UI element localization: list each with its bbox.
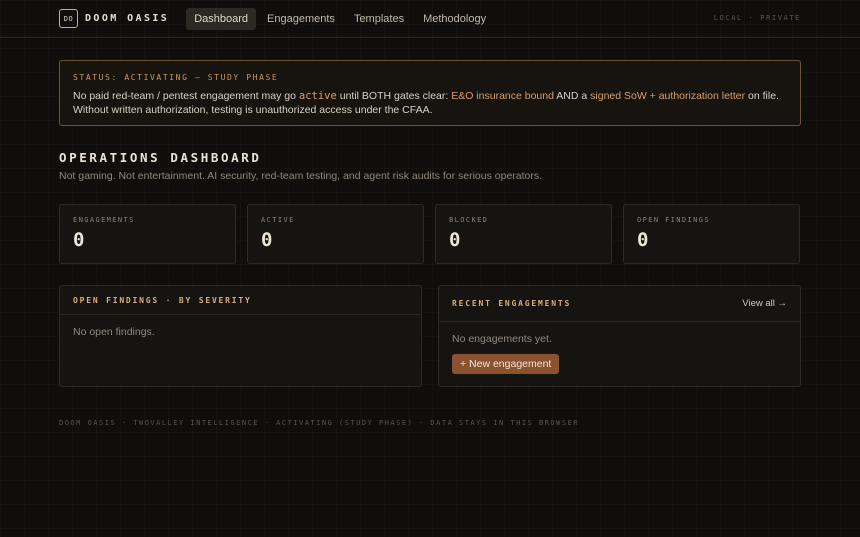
- stat-value: 0: [73, 229, 85, 251]
- stat-value: 0: [449, 229, 461, 251]
- status-text-part: AND a: [553, 90, 591, 102]
- view-all-link[interactable]: View all →: [742, 298, 787, 309]
- top-bar: DO DOOM OASIS Dashboard Engagements Temp…: [0, 0, 860, 38]
- status-banner: STATUS: ACTIVATING — STUDY PHASE No paid…: [59, 60, 801, 126]
- status-active-keyword: active: [298, 90, 337, 102]
- stat-label: BLOCKED: [449, 216, 489, 224]
- status-message: No paid red-team / pentest engagement ma…: [73, 90, 787, 117]
- status-gate-authorization: signed SoW + authorization letter: [590, 90, 746, 102]
- status-gate-insurance: E&O insurance bound: [451, 90, 554, 102]
- logo-mark[interactable]: DO: [59, 9, 78, 28]
- status-title: STATUS: ACTIVATING — STUDY PHASE: [73, 73, 279, 82]
- findings-panel-title: OPEN FINDINGS · BY SEVERITY: [73, 295, 252, 305]
- findings-empty-text: No open findings.: [73, 326, 155, 338]
- engagements-panel-title: RECENT ENGAGEMENTS: [452, 299, 572, 308]
- engagements-panel-header: RECENT ENGAGEMENTS View all →: [439, 286, 800, 322]
- stat-engagements: ENGAGEMENTS 0: [59, 204, 236, 264]
- stat-value: 0: [637, 229, 649, 251]
- engagements-panel: RECENT ENGAGEMENTS View all → No engagem…: [438, 285, 801, 387]
- stat-active: ACTIVE 0: [247, 204, 424, 264]
- status-text-part: until BOTH gates clear:: [336, 90, 452, 102]
- page-title: OPERATIONS DASHBOARD: [59, 150, 262, 165]
- engagements-panel-body: No engagements yet. + New engagement: [439, 322, 800, 385]
- findings-panel-header: OPEN FINDINGS · BY SEVERITY: [60, 286, 421, 315]
- nav-engagements[interactable]: Engagements: [259, 8, 343, 30]
- stat-label: ENGAGEMENTS: [73, 216, 135, 224]
- nav-methodology[interactable]: Methodology: [415, 8, 494, 30]
- engagements-empty-text: No engagements yet.: [452, 333, 552, 345]
- stat-blocked: BLOCKED 0: [435, 204, 612, 264]
- footer: DOOM OASIS · TWOVALLEY INTELLIGENCE · AC…: [59, 419, 580, 427]
- new-engagement-button[interactable]: + New engagement: [452, 354, 560, 374]
- stat-value: 0: [261, 229, 273, 251]
- main-nav: Dashboard Engagements Templates Methodol…: [186, 7, 497, 30]
- nav-dashboard[interactable]: Dashboard: [186, 7, 257, 30]
- logo-text[interactable]: DOOM OASIS: [85, 13, 169, 24]
- stat-cards: ENGAGEMENTS 0 ACTIVE 0 BLOCKED 0 OPEN FI…: [59, 204, 800, 264]
- status-text-part: No paid red-team / pentest engagement ma…: [73, 90, 299, 102]
- privacy-indicator: LOCAL · PRIVATE: [713, 14, 801, 22]
- stat-open-findings: OPEN FINDINGS 0: [623, 204, 800, 264]
- findings-panel: OPEN FINDINGS · BY SEVERITY No open find…: [59, 285, 422, 387]
- stat-label: ACTIVE: [261, 216, 295, 224]
- stat-label: OPEN FINDINGS: [637, 216, 710, 224]
- page-subtitle: Not gaming. Not entertainment. AI securi…: [59, 170, 543, 182]
- findings-panel-body: No open findings.: [60, 315, 421, 349]
- nav-templates[interactable]: Templates: [346, 8, 412, 30]
